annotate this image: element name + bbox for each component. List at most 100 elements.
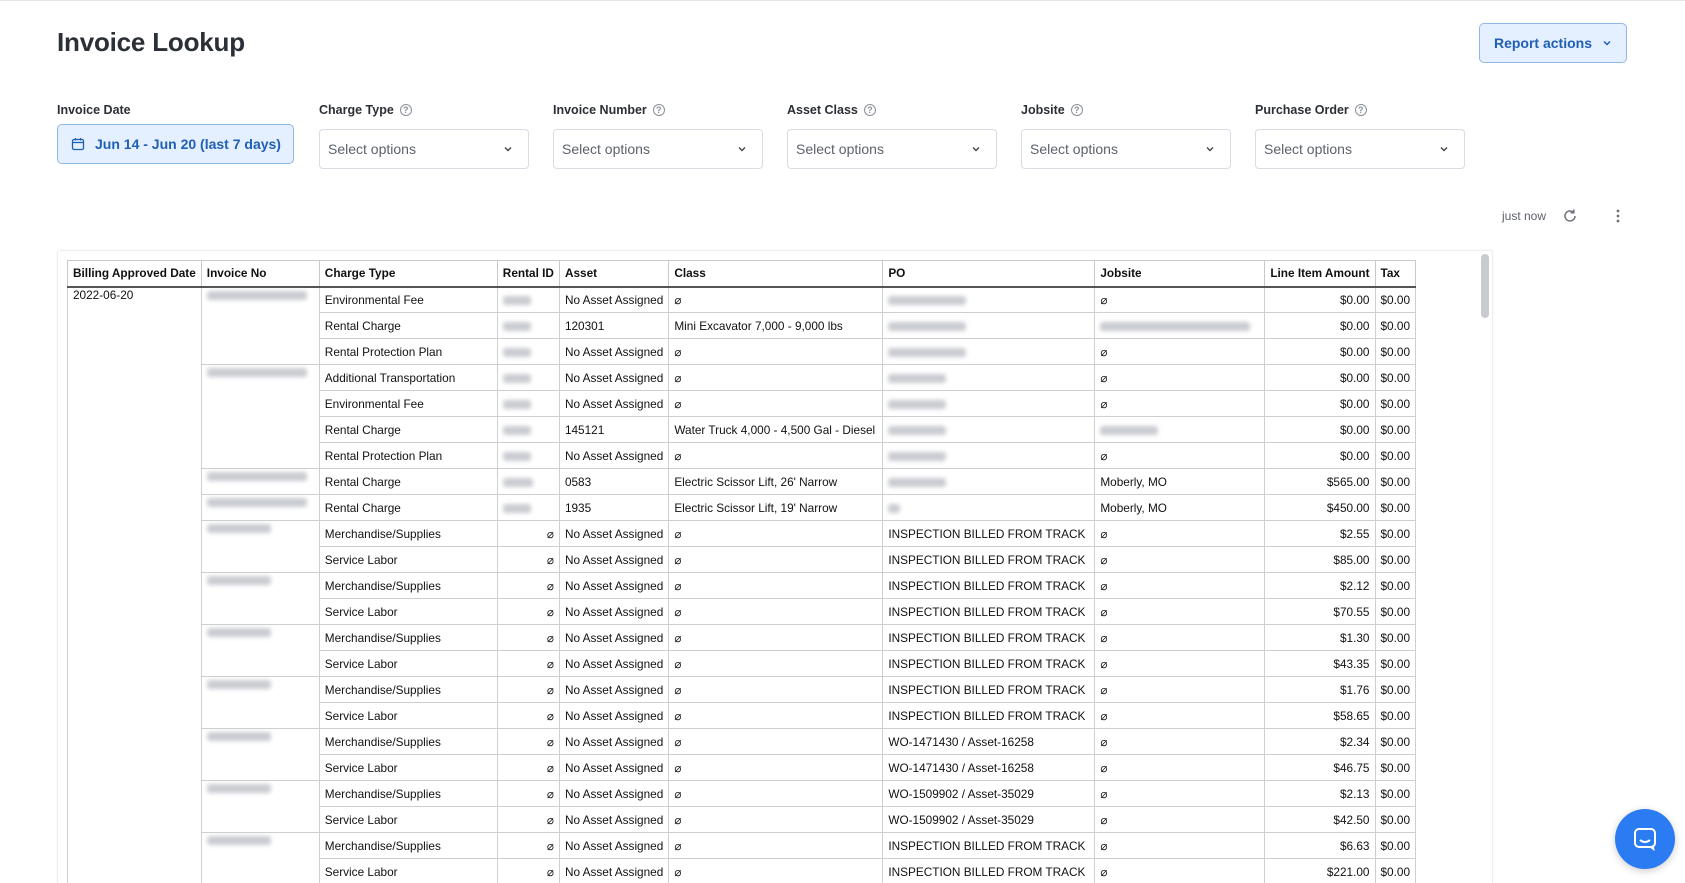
cell-rental-id: ⌀ — [496, 572, 560, 599]
cell-invoice-no[interactable] — [200, 832, 320, 883]
cell-asset: No Asset Assigned — [558, 832, 670, 859]
cell-asset: 145121 — [558, 416, 670, 443]
chat-button[interactable] — [1615, 809, 1675, 869]
help-icon[interactable]: ? — [1070, 104, 1083, 116]
cell-charge-type: Merchandise/Supplies — [318, 572, 498, 599]
cell-rental-id: ⌀ — [496, 624, 560, 651]
cell-charge-type: Service Labor — [318, 650, 498, 677]
col-billing-approved-date[interactable]: Billing Approved Date — [67, 260, 202, 288]
cell-jobsite: ⌀ — [1094, 364, 1266, 391]
purchase-order-select[interactable]: Select options — [1255, 129, 1465, 169]
cell-line-item-amount: $85.00 — [1264, 546, 1376, 573]
table-row: Merchandise/Supplies ⌀ No Asset Assigned ⌀ I… — [68, 572, 1417, 625]
cell-class: ⌀ — [668, 754, 884, 781]
cell-class: ⌀ — [668, 702, 884, 729]
cell-rental-id — [496, 312, 560, 339]
cell-asset: No Asset Assigned — [558, 390, 670, 417]
cell-po — [882, 312, 1096, 339]
chevron-down-icon — [1440, 147, 1448, 152]
more-vertical-icon[interactable] — [1610, 208, 1626, 224]
cell-invoice-no[interactable] — [200, 364, 320, 469]
cell-asset: No Asset Assigned — [558, 702, 670, 729]
col-asset[interactable]: Asset — [558, 260, 670, 288]
col-class[interactable]: Class — [668, 260, 884, 288]
redacted-po — [888, 399, 947, 409]
cell-asset: No Asset Assigned — [558, 598, 670, 625]
calendar-icon — [71, 138, 85, 151]
help-icon[interactable]: ? — [863, 104, 876, 116]
cell-line-item-amount: $2.12 — [1264, 572, 1376, 599]
cell-asset: No Asset Assigned — [558, 806, 670, 833]
invoice-table: Billing Approved Date Invoice No Charge … — [67, 260, 1417, 883]
date-range-button[interactable]: Jun 14 - Jun 20 (last 7 days) — [57, 124, 294, 164]
cell-charge-type: Rental Charge — [318, 312, 498, 339]
invoice-number-select[interactable]: Select options — [553, 129, 763, 169]
cell-charge-type: Service Labor — [318, 702, 498, 729]
chevron-down-icon — [504, 147, 512, 152]
col-invoice-no[interactable]: Invoice No — [200, 260, 320, 288]
redacted-invoice-number — [206, 576, 271, 586]
cell-line-item-amount: $450.00 — [1264, 494, 1376, 521]
jobsite-placeholder: Select options — [1030, 141, 1118, 157]
cell-charge-type: Rental Charge — [318, 494, 498, 521]
asset-class-select[interactable]: Select options — [787, 129, 997, 169]
purchase-order-placeholder: Select options — [1264, 141, 1352, 157]
cell-asset: No Asset Assigned — [558, 858, 670, 883]
cell-charge-type: Environmental Fee — [318, 286, 498, 313]
cell-tax: $0.00 — [1374, 364, 1417, 391]
cell-tax: $0.00 — [1374, 676, 1417, 703]
col-charge-type[interactable]: Charge Type — [318, 260, 498, 288]
cell-charge-type: Service Labor — [318, 546, 498, 573]
help-icon[interactable]: ? — [399, 104, 412, 116]
cell-line-item-amount: $1.76 — [1264, 676, 1376, 703]
cell-class: ⌀ — [668, 676, 884, 703]
charge-type-select[interactable]: Select options — [319, 129, 529, 169]
cell-rental-id — [496, 286, 560, 313]
cell-invoice-no[interactable] — [200, 520, 320, 573]
redacted-invoice-number — [206, 732, 271, 742]
cell-invoice-no[interactable] — [200, 286, 320, 365]
cell-invoice-no[interactable] — [200, 728, 320, 781]
redacted-po — [888, 296, 967, 306]
vertical-scrollbar[interactable] — [1481, 254, 1489, 318]
cell-rental-id — [496, 442, 560, 469]
cell-invoice-no[interactable] — [200, 780, 320, 833]
cell-invoice-no[interactable] — [200, 676, 320, 729]
cell-tax: $0.00 — [1374, 598, 1417, 625]
cell-line-item-amount: $1.30 — [1264, 624, 1376, 651]
cell-class: ⌀ — [668, 624, 884, 651]
cell-jobsite: ⌀ — [1094, 858, 1266, 883]
redacted-invoice-number — [206, 836, 271, 846]
cell-po: WO-1509902 / Asset-35029 — [882, 780, 1096, 807]
help-icon[interactable]: ? — [1354, 104, 1367, 116]
cell-asset: No Asset Assigned — [558, 650, 670, 677]
redacted-rental-id — [502, 321, 531, 331]
report-actions-button[interactable]: Report actions — [1479, 23, 1627, 63]
cell-invoice-no[interactable] — [200, 624, 320, 677]
cell-asset: No Asset Assigned — [558, 754, 670, 781]
filter-label-invoice-date: Invoice Date — [57, 103, 131, 117]
help-icon[interactable]: ? — [652, 104, 665, 116]
col-tax[interactable]: Tax — [1374, 260, 1417, 288]
cell-rental-id — [496, 364, 560, 391]
cell-invoice-no[interactable] — [200, 572, 320, 625]
redacted-invoice-number — [206, 784, 271, 794]
redacted-po — [888, 477, 947, 487]
cell-invoice-no[interactable] — [200, 494, 320, 521]
cell-line-item-amount: $6.63 — [1264, 832, 1376, 859]
filter-invoice-number: Invoice Number? Select options — [553, 102, 763, 169]
col-jobsite[interactable]: Jobsite — [1094, 260, 1266, 288]
jobsite-select[interactable]: Select options — [1021, 129, 1231, 169]
cell-asset: No Asset Assigned — [558, 338, 670, 365]
cell-tax: $0.00 — [1374, 416, 1417, 443]
cell-class: ⌀ — [668, 780, 884, 807]
cell-class: ⌀ — [668, 286, 884, 313]
cell-po — [882, 286, 1096, 313]
col-rental-id[interactable]: Rental ID — [496, 260, 560, 288]
col-line-item-amount[interactable]: Line Item Amount — [1264, 260, 1376, 288]
cell-asset: No Asset Assigned — [558, 442, 670, 469]
redacted-rental-id — [502, 425, 531, 435]
col-po[interactable]: PO — [882, 260, 1096, 288]
cell-invoice-no[interactable] — [200, 468, 320, 495]
refresh-icon[interactable] — [1562, 208, 1578, 224]
